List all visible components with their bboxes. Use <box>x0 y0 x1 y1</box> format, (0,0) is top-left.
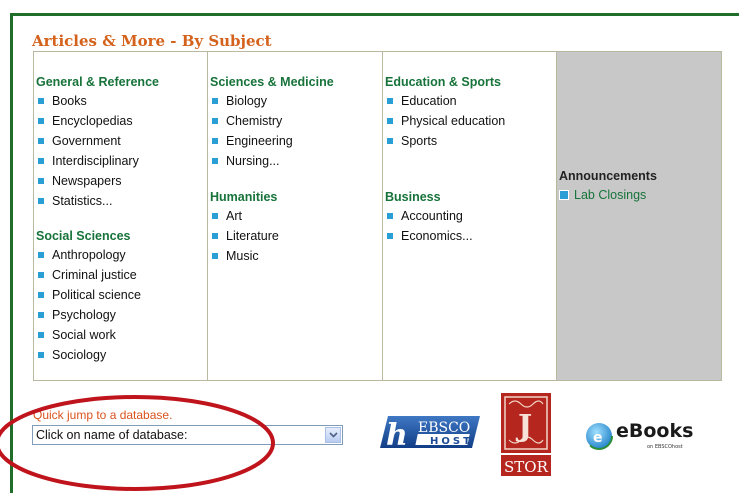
bullet-icon <box>559 190 569 200</box>
bullet-icon <box>38 292 44 298</box>
subject-link-criminal-justice[interactable]: Criminal justice <box>34 265 207 285</box>
bullet-icon <box>212 253 218 259</box>
ebooks-title: eBooks <box>616 420 693 442</box>
bullet-icon <box>387 233 393 239</box>
bullet-icon <box>38 272 44 278</box>
bullet-icon <box>38 332 44 338</box>
subject-link-anthropology[interactable]: Anthropology <box>34 245 207 265</box>
subject-column-1: General & Reference Books Encyclopedias … <box>34 52 208 380</box>
subject-link-economics[interactable]: Economics... <box>383 226 556 246</box>
subject-column-2: Sciences & Medicine Biology Chemistry En… <box>208 52 383 380</box>
bullet-icon <box>212 158 218 164</box>
bullet-icon <box>212 138 218 144</box>
subject-link-music[interactable]: Music <box>208 246 382 266</box>
bullet-icon <box>212 213 218 219</box>
section-heading-education-sports[interactable]: Education & Sports <box>383 73 556 91</box>
subject-column-3: Education & Sports Education Physical ed… <box>383 52 557 380</box>
subject-link-physical-education[interactable]: Physical education <box>383 111 556 131</box>
ebooks-subtitle: on EBSCOhost <box>647 444 683 450</box>
jstor-text: STOR <box>504 458 549 476</box>
subject-link-newspapers[interactable]: Newspapers <box>34 171 207 191</box>
subject-link-psychology[interactable]: Psychology <box>34 305 207 325</box>
subject-link-biology[interactable]: Biology <box>208 91 382 111</box>
bullet-icon <box>38 352 44 358</box>
subject-link-accounting[interactable]: Accounting <box>383 206 556 226</box>
bullet-icon <box>38 312 44 318</box>
ebsco-line1: EBSCO <box>418 420 470 436</box>
section-heading-business[interactable]: Business <box>383 188 556 206</box>
subject-link-books[interactable]: Books <box>34 91 207 111</box>
announcements-panel: Announcements Lab Closings <box>557 52 721 380</box>
jstor-initial: J <box>515 409 532 444</box>
bullet-icon <box>38 178 44 184</box>
bullet-icon <box>38 98 44 104</box>
bullet-icon <box>38 198 44 204</box>
subject-link-art[interactable]: Art <box>208 206 382 226</box>
ebscohost-logo[interactable]: h EBSCO HOST <box>378 414 482 453</box>
subject-link-literature[interactable]: Literature <box>208 226 382 246</box>
jstor-logo[interactable]: J STOR <box>500 392 552 477</box>
bullet-icon <box>212 233 218 239</box>
subject-link-education[interactable]: Education <box>383 91 556 111</box>
section-heading-sciences-medicine[interactable]: Sciences & Medicine <box>208 73 382 91</box>
ebsco-line2: HOST <box>430 436 473 447</box>
subject-link-statistics[interactable]: Statistics... <box>34 191 207 211</box>
ebsco-letter: h <box>386 418 408 450</box>
subject-link-political-science[interactable]: Political science <box>34 285 207 305</box>
announcement-link-lab-closings[interactable]: Lab Closings <box>559 185 657 205</box>
highlight-oval <box>0 395 275 491</box>
bullet-icon <box>212 98 218 104</box>
subject-link-sociology[interactable]: Sociology <box>34 345 207 365</box>
subject-grid: General & Reference Books Encyclopedias … <box>33 51 722 381</box>
bullet-icon <box>38 118 44 124</box>
bullet-icon <box>387 98 393 104</box>
announcements-heading: Announcements <box>559 169 657 183</box>
bullet-icon <box>387 118 393 124</box>
bullet-icon <box>387 213 393 219</box>
subject-link-encyclopedias[interactable]: Encyclopedias <box>34 111 207 131</box>
chevron-down-icon[interactable] <box>325 427 341 443</box>
bullet-icon <box>38 138 44 144</box>
ebooks-logo[interactable]: e eBooks on EBSCOhost <box>585 412 703 452</box>
subject-link-interdisciplinary[interactable]: Interdisciplinary <box>34 151 207 171</box>
subject-link-chemistry[interactable]: Chemistry <box>208 111 382 131</box>
section-heading-social-sciences[interactable]: Social Sciences <box>34 227 207 245</box>
subject-link-government[interactable]: Government <box>34 131 207 151</box>
svg-text:e: e <box>593 430 603 446</box>
section-heading-humanities[interactable]: Humanities <box>208 188 382 206</box>
subject-link-engineering[interactable]: Engineering <box>208 131 382 151</box>
subject-link-social-work[interactable]: Social work <box>34 325 207 345</box>
page-title: Articles & More - By Subject <box>32 32 272 50</box>
subject-link-sports[interactable]: Sports <box>383 131 556 151</box>
bullet-icon <box>38 158 44 164</box>
bullet-icon <box>387 138 393 144</box>
subject-link-nursing[interactable]: Nursing... <box>208 151 382 171</box>
section-heading-general-reference[interactable]: General & Reference <box>34 73 207 91</box>
bullet-icon <box>212 118 218 124</box>
bullet-icon <box>38 252 44 258</box>
